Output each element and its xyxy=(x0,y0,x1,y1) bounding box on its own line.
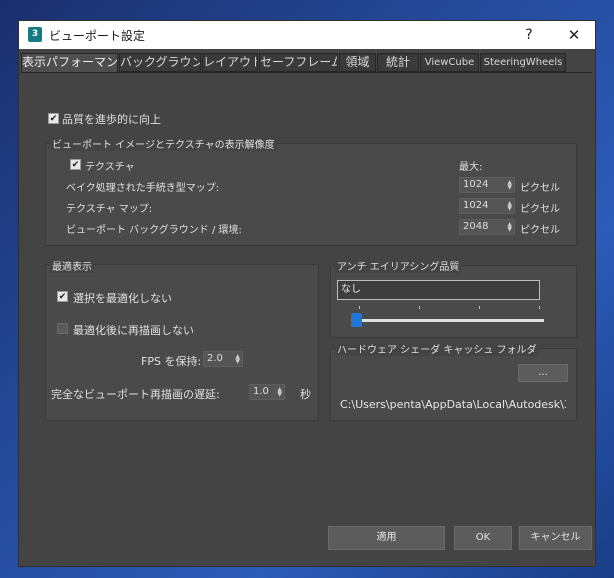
no-redraw-label: 最適化後に再描画しない xyxy=(73,324,194,337)
shader-cache-group-title: ハードウェア シェーダ キャッシュ フォルダ xyxy=(335,341,539,356)
no-redraw-checkbox[interactable] xyxy=(57,323,68,334)
viewport-bg-spinner[interactable]: 2048 ▲ ▼ xyxy=(459,219,515,235)
window-title: ビューポート設定 xyxy=(49,29,146,43)
slider-tick xyxy=(479,306,480,309)
texture-label: テクスチャ xyxy=(85,162,135,173)
tab-statistics[interactable]: 統計 xyxy=(377,53,419,72)
no-optimize-label: 選択を最適化しない xyxy=(73,292,172,305)
baked-map-label: ベイク処理された手続き型マップ: xyxy=(66,183,220,194)
optimize-group: 最適表示 ✔ 選択を最適化しない 最適化後に再描画しない FPS を保持: 2.… xyxy=(45,258,319,421)
baked-map-unit: ピクセル xyxy=(520,183,560,194)
browse-button[interactable]: ... xyxy=(518,364,568,382)
antialiasing-slider-thumb[interactable] xyxy=(351,313,362,327)
close-button[interactable]: ✕ xyxy=(563,24,585,46)
tab-region[interactable]: 領域 xyxy=(339,53,376,72)
texture-map-unit: ピクセル xyxy=(520,204,560,215)
redraw-delay-spinner[interactable]: 1.0 ▲ ▼ xyxy=(249,384,285,400)
texture-map-spinner[interactable]: 1024 ▲ ▼ xyxy=(459,198,515,214)
tab-steeringwheels[interactable]: SteeringWheels xyxy=(480,53,566,72)
slider-tick xyxy=(359,306,360,309)
progressive-checkbox[interactable]: ✔ xyxy=(48,113,59,124)
viewport-bg-unit: ピクセル xyxy=(520,225,560,236)
apply-button[interactable]: 適用 xyxy=(328,526,445,550)
title-bar: 3 ビューポート設定 ? ✕ xyxy=(19,21,595,49)
shader-cache-group: ハードウェア シェーダ キャッシュ フォルダ ... C:\Users\pent… xyxy=(330,341,577,421)
texture-resolution-group: ビューポート イメージとテクスチャの表示解像度 ✔ テクスチャ 最大: ベイク処… xyxy=(45,136,577,246)
baked-map-spinner[interactable]: 1024 ▲ ▼ xyxy=(459,177,515,193)
max-label: 最大: xyxy=(459,162,483,173)
texture-map-label: テクスチャ マップ: xyxy=(66,204,153,215)
optimize-group-title: 最適表示 xyxy=(50,258,94,273)
help-button[interactable]: ? xyxy=(519,25,539,45)
no-optimize-checkbox[interactable]: ✔ xyxy=(57,291,68,302)
tab-display-performance[interactable]: 表示パフォーマンス xyxy=(21,53,118,73)
redraw-delay-unit: 秒 xyxy=(300,388,311,401)
tab-viewcube[interactable]: ViewCube xyxy=(420,53,479,72)
tab-background[interactable]: バックグラウンド xyxy=(119,53,201,72)
texture-checkbox[interactable]: ✔ xyxy=(70,159,81,170)
ok-button[interactable]: OK xyxy=(454,526,512,550)
antialiasing-dropdown[interactable]: なし xyxy=(337,280,540,300)
antialiasing-group: アンチ エイリアシング品質 なし xyxy=(330,258,577,338)
tab-layout[interactable]: レイアウト xyxy=(202,53,258,72)
tab-safe-frame[interactable]: セーフフレーム xyxy=(259,53,338,72)
slider-tick xyxy=(539,306,540,309)
antialiasing-slider-track[interactable] xyxy=(356,319,544,322)
fps-label: FPS を保持: xyxy=(141,355,202,368)
slider-tick xyxy=(419,306,420,309)
redraw-delay-label: 完全なビューポート再描画の遅延: xyxy=(51,388,220,401)
antialiasing-group-title: アンチ エイリアシング品質 xyxy=(335,258,462,273)
texture-group-title: ビューポート イメージとテクスチャの表示解像度 xyxy=(50,136,277,151)
progressive-label: 品質を進歩的に向上 xyxy=(62,113,161,126)
shader-cache-path: C:\Users\penta\AppData\Local\Autodesk\3d… xyxy=(340,398,566,411)
fps-spinner[interactable]: 2.0 ▲ ▼ xyxy=(203,351,243,367)
tab-divider xyxy=(21,72,592,73)
cancel-button[interactable]: キャンセル xyxy=(519,526,592,550)
viewport-bg-label: ビューポート バックグラウンド / 環境: xyxy=(66,225,242,236)
viewport-settings-dialog: 3 ビューポート設定 ? ✕ 表示パフォーマンス バックグラウンド レイアウト … xyxy=(18,20,596,567)
app-3dsmax-icon: 3 xyxy=(28,27,42,42)
